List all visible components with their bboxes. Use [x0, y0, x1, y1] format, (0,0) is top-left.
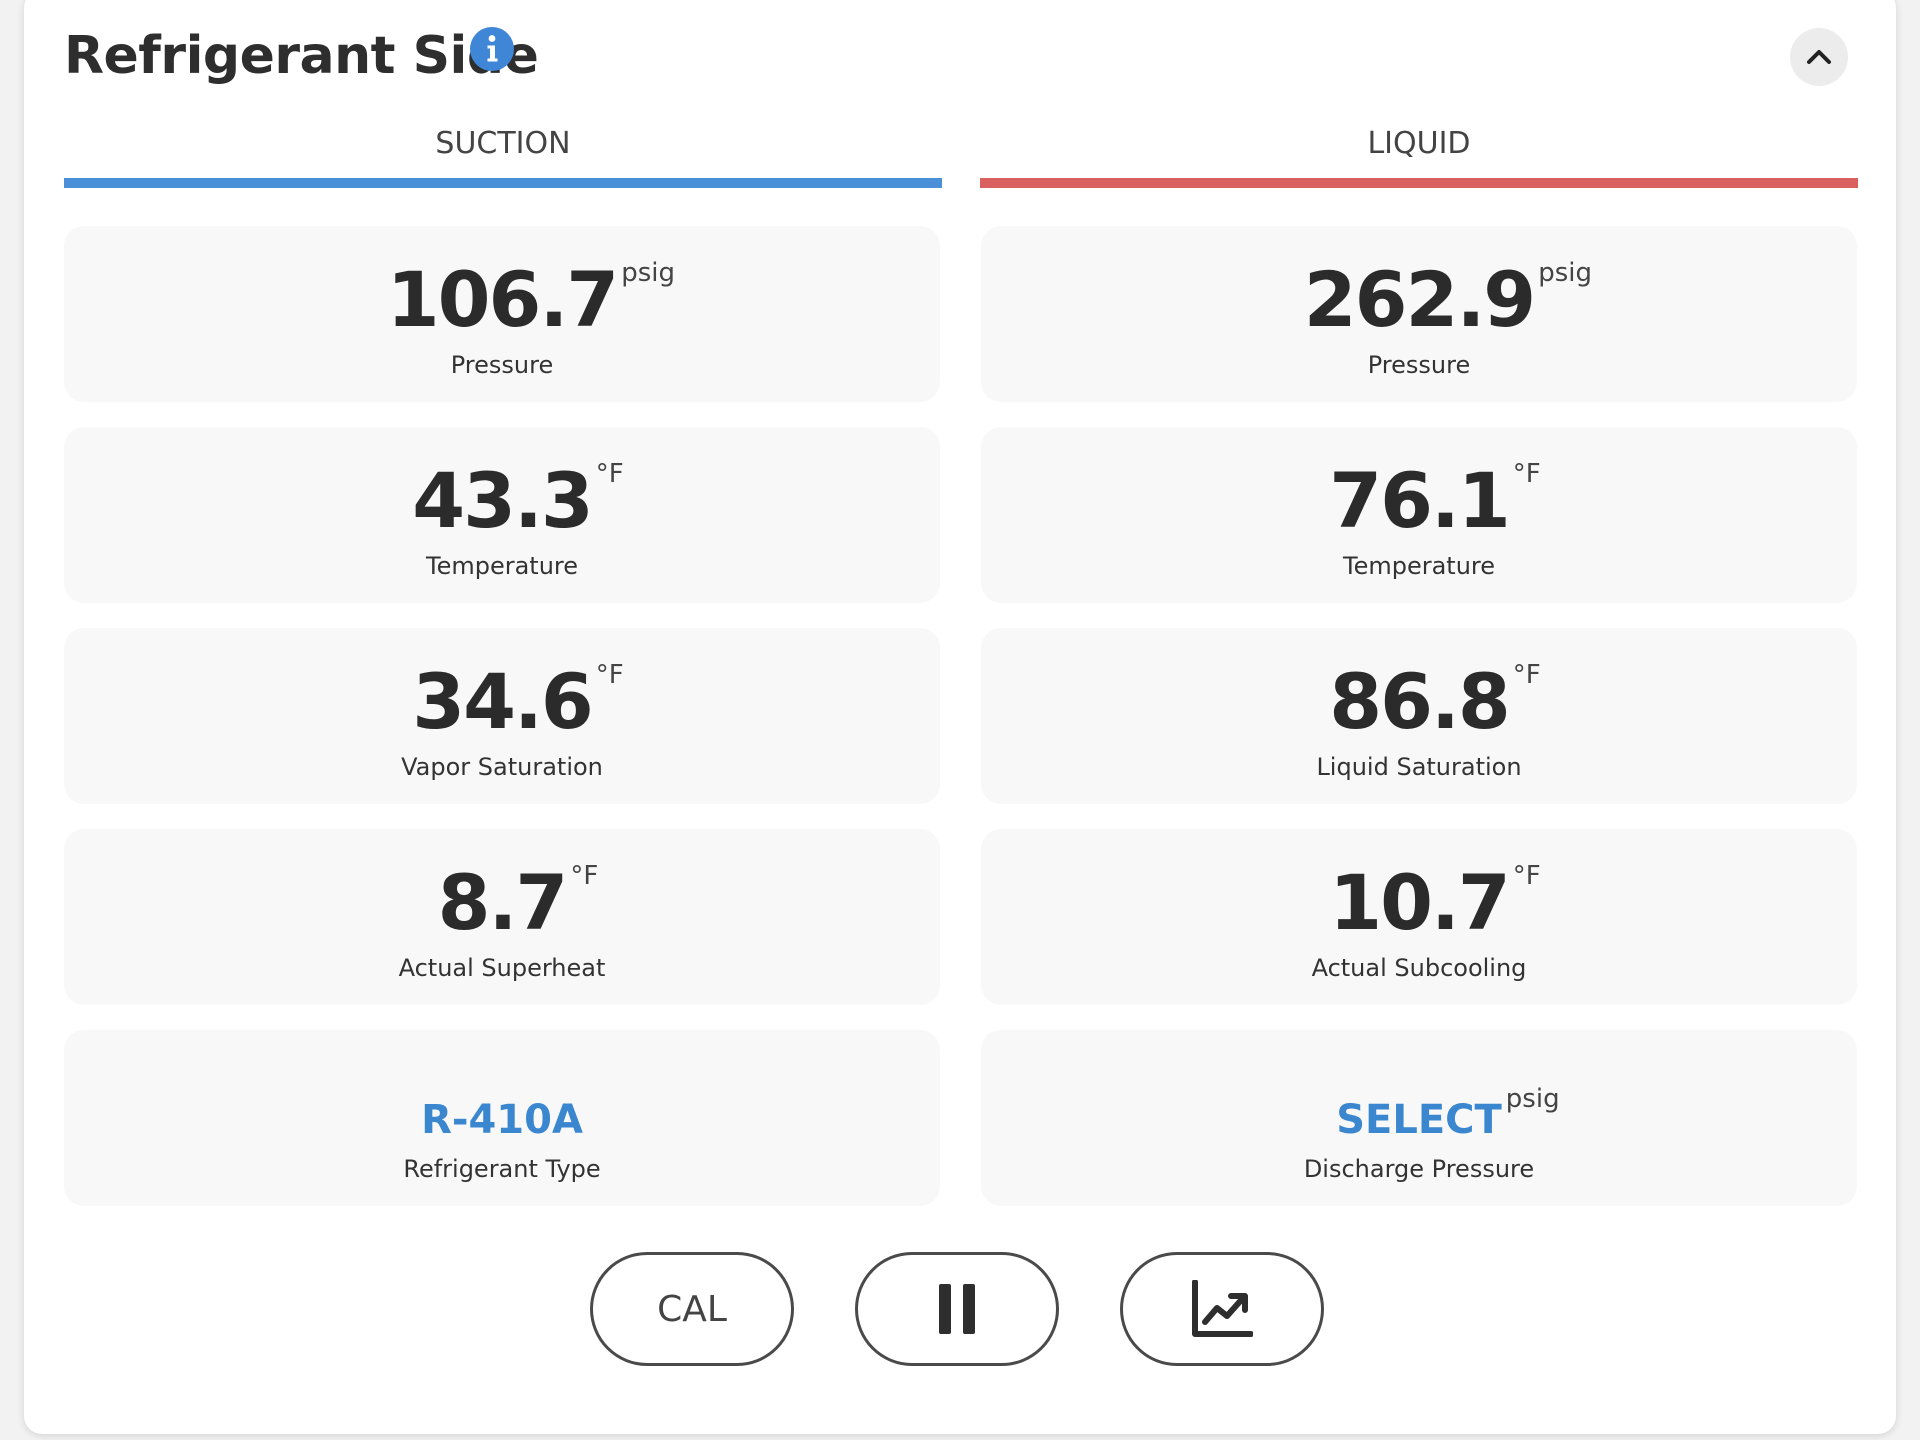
liquid-temperature-tile[interactable]: 76.1 °F Temperature	[981, 427, 1857, 603]
liquid-color-bar	[980, 178, 1858, 188]
cal-button-label: CAL	[657, 1288, 727, 1330]
actual-superheat-value: 8.7 °F	[437, 858, 599, 947]
suction-temperature-tile[interactable]: 43.3 °F Temperature	[64, 427, 940, 603]
trend-chart-icon	[1192, 1280, 1253, 1337]
liquid-saturation-value: 86.8 °F	[1329, 657, 1541, 746]
vapor-saturation-label: Vapor Saturation	[401, 753, 603, 781]
unit-label: °F	[1512, 861, 1541, 891]
pause-button[interactable]	[855, 1252, 1059, 1366]
liquid-saturation-tile[interactable]: 86.8 °F Liquid Saturation	[981, 628, 1857, 804]
panel-title: Refrigerant Side	[64, 26, 539, 86]
actual-subcooling-tile[interactable]: 10.7 °F Actual Subcooling	[981, 829, 1857, 1005]
unit-label: psig	[1505, 1084, 1560, 1114]
unit-label: °F	[595, 660, 624, 690]
unit-label: °F	[595, 459, 624, 489]
liquid-pressure-label: Pressure	[1367, 351, 1471, 379]
unit-label: °F	[1512, 660, 1541, 690]
info-icon[interactable]	[469, 26, 515, 72]
cal-button[interactable]: CAL	[590, 1252, 794, 1366]
actual-subcooling-value: 10.7 °F	[1329, 858, 1541, 947]
refrigerant-side-panel: Refrigerant Side SUCTION LIQUID 106.7 psi…	[24, 0, 1896, 1434]
liquid-temperature-label: Temperature	[1342, 552, 1496, 580]
liquid-header: LIQUID	[1367, 126, 1471, 161]
actual-superheat-label: Actual Superheat	[398, 954, 606, 982]
refrigerant-type-label: Refrigerant Type	[403, 1155, 601, 1183]
vapor-saturation-value: 34.6 °F	[412, 657, 624, 746]
suction-color-bar	[64, 178, 942, 188]
collapse-button[interactable]	[1790, 28, 1848, 86]
suction-pressure-tile[interactable]: 106.7 psig Pressure	[64, 226, 940, 402]
discharge-pressure-tile[interactable]: SELECT psig Discharge Pressure	[981, 1030, 1857, 1206]
trend-chart-button[interactable]	[1120, 1252, 1324, 1366]
suction-header: SUCTION	[435, 126, 571, 161]
suction-temperature-value: 43.3 °F	[412, 456, 624, 545]
unit-label: °F	[1512, 459, 1541, 489]
vapor-saturation-tile[interactable]: 34.6 °F Vapor Saturation	[64, 628, 940, 804]
refrigerant-type-tile[interactable]: R-410A Refrigerant Type	[64, 1030, 940, 1206]
pause-icon	[939, 1284, 975, 1334]
discharge-pressure-label: Discharge Pressure	[1303, 1155, 1535, 1183]
chevron-up-icon	[1807, 50, 1831, 64]
actual-subcooling-label: Actual Subcooling	[1311, 954, 1527, 982]
unit-label: psig	[621, 258, 675, 288]
suction-temperature-label: Temperature	[425, 552, 579, 580]
liquid-pressure-tile[interactable]: 262.9 psig Pressure	[981, 226, 1857, 402]
refrigerant-type-link[interactable]: R-410A	[421, 1076, 583, 1164]
liquid-pressure-value: 262.9 psig	[1303, 255, 1592, 344]
unit-label: psig	[1538, 258, 1592, 288]
discharge-pressure-select[interactable]: SELECT psig	[1336, 1076, 1559, 1164]
suction-pressure-value: 106.7 psig	[386, 255, 675, 344]
suction-pressure-label: Pressure	[450, 351, 554, 379]
actual-superheat-tile[interactable]: 8.7 °F Actual Superheat	[64, 829, 940, 1005]
liquid-saturation-label: Liquid Saturation	[1316, 753, 1522, 781]
liquid-temperature-value: 76.1 °F	[1329, 456, 1541, 545]
unit-label: °F	[570, 861, 599, 891]
